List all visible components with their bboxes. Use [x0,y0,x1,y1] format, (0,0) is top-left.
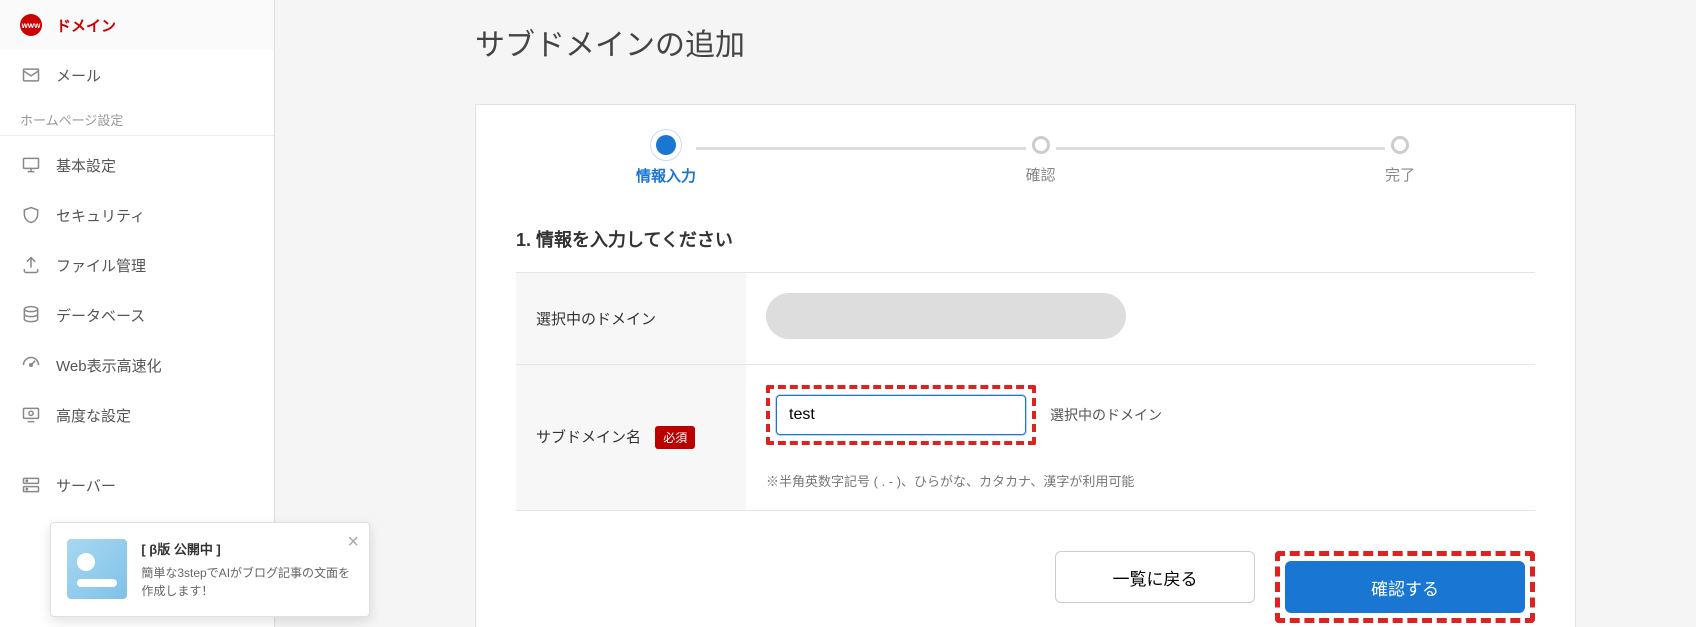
row-selected-domain: 選択中のドメイン [516,273,1535,365]
sidebar-item-label: 高度な設定 [56,405,131,426]
step-confirm: 確認 [1026,136,1056,185]
sidebar-item-security[interactable]: セキュリティ [0,190,274,240]
sidebar-section-label: ホームページ設定 [0,100,274,136]
step-dot-icon [1391,136,1409,154]
upload-icon [20,254,42,276]
main-content: サブドメインの追加 情報入力 確認 完了 1. 情報を入力してください [275,0,1696,627]
step-label: 情報入力 [636,165,696,186]
step-dot-icon [656,135,676,155]
page-title: サブドメインの追加 [475,20,1576,64]
row-subdomain: サブドメイン名 必須 選択中のドメイン ※半角英数字記号 ( . - )、ひらが… [516,365,1535,511]
sidebar-item-server[interactable]: サーバー [0,460,274,510]
selected-domain-value [766,293,1126,339]
sidebar-item-label: ファイル管理 [56,255,146,276]
www-icon: www [20,14,42,36]
shield-icon [20,204,42,226]
monitor-icon [20,154,42,176]
form-card: 情報入力 確認 完了 1. 情報を入力してください 選択中のドメイン [475,104,1576,627]
sidebar-item-speed[interactable]: Web表示高速化 [0,340,274,390]
sidebar-item-label: データベース [56,305,145,326]
promo-image [67,539,127,599]
sidebar-item-label: メール [56,65,101,86]
required-badge: 必須 [655,426,695,449]
input-hint: ※半角英数字記号 ( . - )、ひらがな、カタカナ、漢字が利用可能 [766,471,1515,490]
sidebar-item-label: ドメイン [56,15,116,36]
step-done: 完了 [1385,136,1415,185]
step-input: 情報入力 [636,135,696,186]
section-heading: 1. 情報を入力してください [516,226,1535,252]
sidebar-item-label: Web表示高速化 [56,355,162,376]
row-label: サブドメイン名 必須 [516,365,746,511]
back-button[interactable]: 一覧に戻る [1055,551,1255,603]
step-dot-icon [1032,136,1050,154]
form-table: 選択中のドメイン サブドメイン名 必須 [516,272,1535,511]
mail-icon [20,64,42,86]
sidebar-item-label: サーバー [56,475,116,496]
server-icon [20,474,42,496]
input-highlight [766,385,1036,445]
domain-suffix-label: 選択中のドメイン [1050,405,1162,425]
confirm-highlight: 確認する [1275,551,1535,623]
stepper: 情報入力 確認 完了 [516,135,1535,186]
step-label: 確認 [1026,164,1056,185]
step-line [1056,147,1385,150]
sidebar-item-domain[interactable]: www ドメイン [0,0,274,50]
database-icon [20,304,42,326]
sidebar-item-database[interactable]: データベース [0,290,274,340]
step-label: 完了 [1385,164,1415,185]
row-label: 選択中のドメイン [516,273,746,365]
sidebar-item-basic[interactable]: 基本設定 [0,140,274,190]
step-line [696,147,1025,150]
settings-screen-icon [20,404,42,426]
sidebar-item-label: 基本設定 [56,155,116,176]
gauge-icon [20,354,42,376]
sidebar-item-label: セキュリティ [56,205,145,226]
confirm-button[interactable]: 確認する [1285,561,1525,613]
sidebar-item-files[interactable]: ファイル管理 [0,240,274,290]
sidebar-item-mail[interactable]: メール [0,50,274,100]
sidebar-item-advanced[interactable]: 高度な設定 [0,390,274,440]
form-actions: 一覧に戻る 確認する [516,551,1535,623]
subdomain-input[interactable] [776,395,1026,435]
sidebar: www ドメイン メール ホームページ設定 基本設定 セキュリティ [0,0,275,627]
